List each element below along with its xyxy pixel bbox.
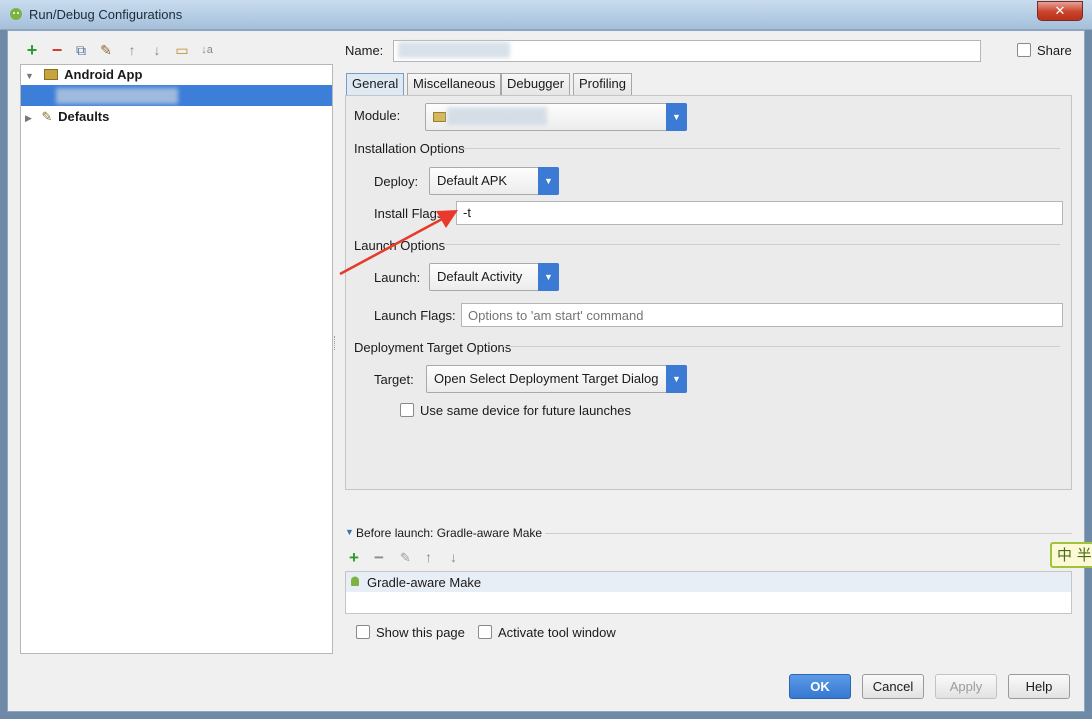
- defaults-wrench-icon: ✎: [41, 109, 53, 124]
- copy-icon[interactable]: ⧉: [72, 41, 90, 59]
- add-icon[interactable]: +: [23, 41, 41, 59]
- android-icon: [351, 576, 359, 586]
- redacted-config-name: [56, 88, 178, 104]
- deploy-select[interactable]: Default APK ▼: [429, 167, 559, 195]
- cancel-button[interactable]: Cancel: [862, 674, 924, 699]
- chevron-down-icon[interactable]: ▼: [666, 103, 687, 131]
- remove-task-icon[interactable]: −: [374, 548, 384, 568]
- show-page-checkbox[interactable]: [356, 625, 370, 639]
- chevron-down-icon[interactable]: ▼: [666, 365, 687, 393]
- configuration-tree[interactable]: [20, 64, 333, 654]
- folder-icon[interactable]: ▭: [173, 41, 191, 59]
- apply-button[interactable]: Apply: [935, 674, 997, 699]
- window-title: Run/Debug Configurations: [29, 7, 183, 22]
- same-device-checkbox[interactable]: [400, 403, 414, 417]
- share-label: Share: [1037, 43, 1072, 58]
- installation-options-heading: Installation Options: [354, 141, 465, 156]
- show-page-label: Show this page: [376, 625, 465, 640]
- chevron-down-icon[interactable]: ▼: [538, 263, 559, 291]
- same-device-label: Use same device for future launches: [420, 403, 631, 418]
- before-launch-heading: Before launch: Gradle-aware Make: [356, 526, 543, 540]
- move-task-down-icon[interactable]: ↓: [450, 549, 457, 565]
- sort-icon[interactable]: ↓a: [198, 41, 216, 59]
- ime-indicator[interactable]: 中 半: [1050, 542, 1092, 568]
- tree-label-defaults: Defaults: [58, 109, 110, 124]
- collapse-arrow-icon[interactable]: ▶: [25, 113, 32, 123]
- install-flags-input[interactable]: -t: [456, 201, 1063, 225]
- before-launch-collapse-icon[interactable]: ▼: [345, 527, 354, 537]
- deployment-target-heading: Deployment Target Options: [354, 340, 512, 355]
- module-folder-icon: [433, 112, 446, 122]
- separator: [545, 533, 1072, 534]
- android-app-folder-icon: [43, 69, 58, 80]
- target-value: Open Select Deployment Target Dialog: [434, 371, 659, 386]
- help-button[interactable]: Help: [1008, 674, 1070, 699]
- close-button[interactable]: ✕: [1037, 1, 1083, 21]
- target-select[interactable]: Open Select Deployment Target Dialog ▼: [426, 365, 687, 393]
- tab-general[interactable]: General: [346, 73, 405, 95]
- tree-label-android-app: Android App: [64, 67, 143, 82]
- before-launch-item-label: Gradle-aware Make: [367, 575, 482, 590]
- tab-profiling[interactable]: Profiling: [573, 73, 632, 95]
- move-task-up-icon[interactable]: ↑: [425, 549, 432, 565]
- chevron-down-icon[interactable]: ▼: [538, 167, 559, 195]
- edit-task-icon[interactable]: ✎: [400, 550, 411, 566]
- launch-select[interactable]: Default Activity ▼: [429, 263, 559, 291]
- wrench-icon[interactable]: ✎: [97, 41, 115, 59]
- share-checkbox[interactable]: [1017, 43, 1031, 57]
- expand-arrow-icon[interactable]: ▼: [25, 71, 34, 81]
- tab-debugger[interactable]: Debugger: [501, 73, 571, 95]
- separator: [462, 148, 1060, 149]
- separator: [503, 346, 1060, 347]
- activate-tool-window-label: Activate tool window: [498, 625, 616, 640]
- remove-icon[interactable]: −: [48, 41, 66, 59]
- launch-value: Default Activity: [437, 269, 523, 284]
- tree-row-defaults[interactable]: ▶ ✎ Defaults: [25, 106, 109, 127]
- redacted-module: [447, 107, 547, 125]
- add-task-icon[interactable]: +: [349, 548, 359, 568]
- target-label: Target:: [374, 372, 414, 387]
- android-studio-icon: [10, 8, 22, 20]
- launch-flags-input[interactable]: [461, 303, 1063, 327]
- module-label: Module:: [354, 108, 401, 123]
- launch-label: Launch:: [374, 270, 421, 285]
- move-down-icon[interactable]: ↓: [148, 41, 166, 59]
- deploy-label: Deploy:: [374, 174, 419, 189]
- name-label: Name:: [345, 43, 384, 58]
- redacted-name: [398, 42, 510, 58]
- splitter-handle[interactable]: [334, 336, 336, 350]
- deploy-value: Default APK: [437, 173, 508, 188]
- tab-miscellaneous[interactable]: Miscellaneous: [407, 73, 502, 95]
- separator: [443, 244, 1060, 245]
- tree-row-android-app[interactable]: ▼ Android App: [25, 64, 142, 85]
- activate-tool-window-checkbox[interactable]: [478, 625, 492, 639]
- move-up-icon[interactable]: ↑: [123, 41, 141, 59]
- ok-button[interactable]: OK: [789, 674, 851, 699]
- launch-flags-label: Launch Flags:: [374, 308, 456, 323]
